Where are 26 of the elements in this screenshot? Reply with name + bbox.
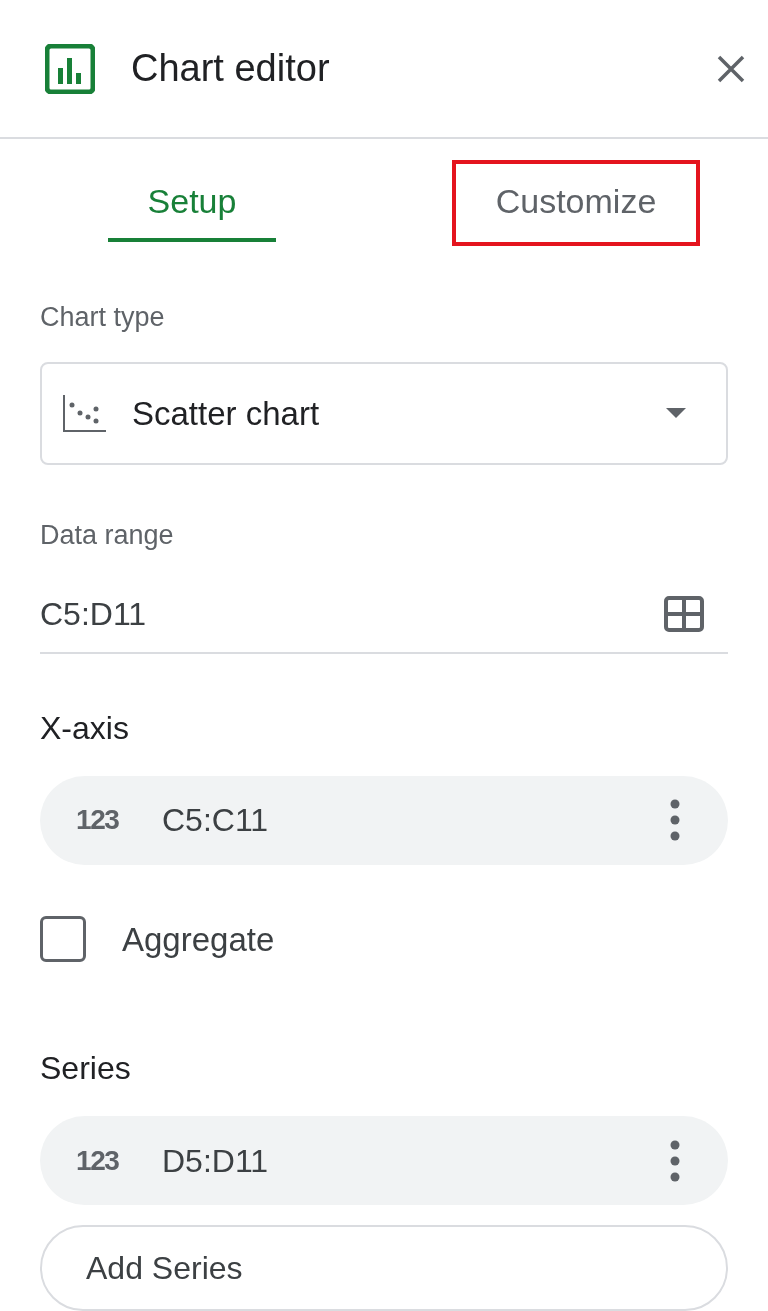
bar-chart-icon [45, 43, 95, 94]
range-text: D5:D11 [162, 1141, 270, 1181]
dropdown-value: Scatter chart [132, 393, 321, 434]
chart-type-dropdown[interactable]: Scatter chart [40, 361, 728, 466]
number-type-icon: 123 [76, 1139, 162, 1182]
number-type-icon: 123 [76, 799, 162, 841]
add-series-button[interactable]: Add Series [40, 1225, 728, 1311]
scatter-chart-icon [62, 393, 108, 434]
section-heading: X-axis [40, 708, 130, 748]
checkbox[interactable] [40, 916, 86, 963]
field-label: Chart type [40, 301, 166, 335]
data-range-field[interactable]: C5:D11 [40, 575, 728, 654]
field-value: C5:D11 [40, 594, 148, 634]
close-icon[interactable] [716, 53, 746, 84]
range-chip[interactable]: 123 D5:D11 [40, 1116, 728, 1205]
checkbox-label: Aggregate [122, 919, 275, 960]
field-label: Data range [40, 519, 175, 553]
range-text: C5:C11 [162, 801, 270, 840]
tab[interactable]: Setup [107, 164, 277, 243]
more-options-icon[interactable] [670, 799, 680, 841]
dropdown-caret-icon [666, 408, 686, 419]
range-chip[interactable]: 123 C5:C11 [40, 775, 728, 865]
section-heading: Series [40, 1049, 132, 1088]
panel-title: Chart editor [131, 46, 331, 92]
grid-icon[interactable] [664, 595, 704, 632]
more-options-icon[interactable] [670, 1139, 680, 1182]
